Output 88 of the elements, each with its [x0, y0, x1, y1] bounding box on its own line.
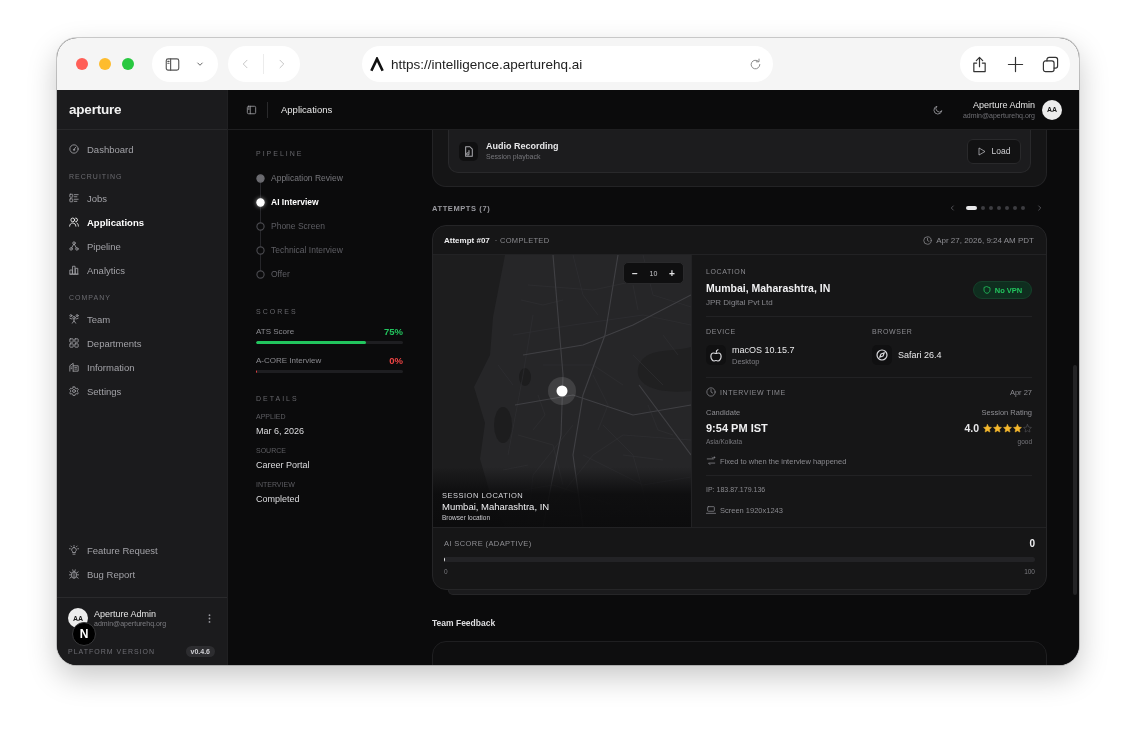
people-icon	[69, 314, 79, 324]
sidebar-item[interactable]: Feature Request	[69, 538, 158, 562]
score-label: A-CORE Interview	[256, 355, 322, 367]
sidebar-item[interactable]: Departments	[69, 331, 142, 355]
page-dot[interactable]	[1013, 206, 1017, 210]
attempt-title: Attempt #07	[444, 235, 490, 245]
page-dot[interactable]	[989, 206, 993, 210]
clock-icon	[706, 387, 716, 397]
close-window-button[interactable]	[76, 58, 88, 70]
reload-icon[interactable]	[749, 57, 762, 71]
sidebar-item[interactable]: Team	[69, 307, 111, 331]
step-label[interactable]: Application Review	[271, 173, 343, 183]
lightbulb-icon	[69, 545, 79, 555]
sidebar-item[interactable]: Analytics	[69, 258, 125, 282]
address-bar[interactable]: https://intelligence.aperturehq.ai	[362, 46, 773, 82]
page-dot[interactable]	[1021, 206, 1025, 210]
star-icon	[983, 423, 992, 433]
share-icon[interactable]	[971, 55, 988, 73]
sidebar-item[interactable]: Bug Report	[69, 562, 136, 586]
zoom-in-button[interactable]: +	[666, 265, 678, 281]
sidebar-item[interactable]: Applications	[69, 210, 144, 234]
field-value: Career Portal	[256, 459, 311, 471]
field-value: Mar 6, 2026	[256, 425, 306, 437]
star-icon	[1013, 423, 1022, 433]
settings-icon	[69, 386, 79, 396]
sidebar-item[interactable]: Dashboard	[69, 137, 134, 161]
score-label: ATS Score	[256, 326, 295, 338]
network-provider: JPR Digital Pvt Ltd	[706, 297, 774, 308]
apple-icon	[706, 345, 726, 365]
shield-icon	[982, 286, 991, 294]
device-name: macOS 10.15.7	[732, 343, 795, 356]
browser-name: Safari 26.4	[898, 349, 942, 361]
nodes-icon	[69, 241, 79, 251]
rating-value: 4.0	[964, 422, 979, 434]
location-marker-icon	[548, 377, 576, 405]
users-icon	[69, 217, 79, 227]
bug-icon	[69, 569, 79, 579]
user-name: Aperture Admin	[94, 608, 158, 619]
section-title: Team Feedback	[432, 617, 497, 629]
gauge-icon	[69, 144, 79, 154]
play-icon	[977, 146, 986, 156]
star-icon	[1003, 423, 1012, 433]
bar-chart-icon	[69, 265, 79, 275]
url-text: https://intelligence.aperturehq.ai	[391, 56, 583, 72]
star-icon	[993, 423, 1002, 433]
list-icon	[69, 193, 79, 203]
user-name: Aperture Admin	[971, 99, 1035, 111]
building-icon	[69, 362, 79, 372]
minimize-window-button[interactable]	[99, 58, 111, 70]
caption-place: Mumbai, Maharashtra, IN	[442, 501, 551, 513]
tabs-icon[interactable]	[1042, 55, 1059, 73]
attempt-timestamp: Apr 27, 2026, 9:24 AM PDT	[936, 235, 1034, 245]
score-value: 75%	[384, 326, 403, 338]
more-icon[interactable]	[208, 613, 211, 623]
chevron-right-icon[interactable]	[1037, 204, 1042, 212]
page-title: Applications	[281, 104, 333, 115]
chevron-down-icon[interactable]	[195, 61, 205, 67]
location-name: Mumbai, Maharashtra, IN	[706, 281, 831, 295]
sidebar-icon[interactable]	[164, 56, 181, 72]
score-value: 0%	[389, 355, 403, 367]
moon-icon[interactable]	[932, 104, 943, 115]
load-button[interactable]: Load	[967, 138, 1021, 164]
app-logo: aperture	[69, 102, 122, 117]
sidebar-item[interactable]: Pipeline	[69, 234, 121, 258]
field-value: Completed	[256, 493, 301, 505]
laptop-icon	[706, 505, 716, 515]
recording-title: Audio Recording	[486, 140, 559, 152]
sidebar-toggle-icon[interactable]	[246, 104, 257, 115]
site-logo-icon	[369, 56, 385, 72]
page-dot[interactable]	[1005, 206, 1009, 210]
star-icon	[1023, 423, 1032, 433]
maximize-window-button[interactable]	[122, 58, 134, 70]
score-value: 0	[1029, 539, 1035, 549]
page-dot[interactable]	[997, 206, 1001, 210]
compass-icon	[872, 345, 892, 365]
zoom-out-button[interactable]: −	[629, 265, 641, 281]
grid-icon	[69, 338, 79, 348]
sidebar-item[interactable]: Jobs	[69, 186, 108, 210]
new-tab-icon[interactable]	[1006, 55, 1024, 73]
step-label[interactable]: AI Interview	[271, 197, 319, 207]
clock-icon	[923, 235, 933, 245]
candidate-time: 9:54 PM IST	[706, 422, 768, 434]
sidebar-item[interactable]: Information	[69, 355, 135, 379]
swap-arrows-icon	[706, 456, 716, 466]
file-audio-icon	[459, 141, 478, 161]
page-dot[interactable]	[981, 206, 985, 210]
chevron-left-icon[interactable]	[950, 204, 955, 212]
sidebar-item[interactable]: Settings	[69, 379, 122, 403]
